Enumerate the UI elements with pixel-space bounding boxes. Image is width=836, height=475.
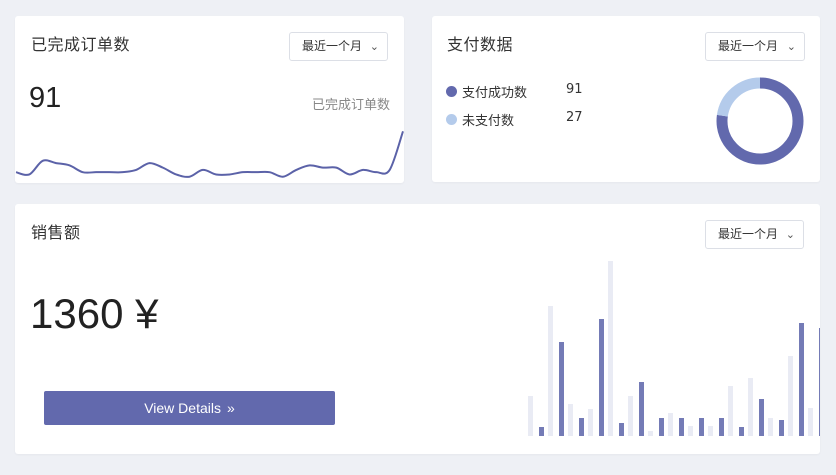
chevron-down-icon: ⌄ [786,40,796,53]
orders-count: 91 [29,82,62,114]
paid-count: 91 [566,82,583,97]
sales-bar-light [728,386,733,436]
sales-bar-dark [639,382,644,436]
sales-bar-chart [528,261,820,436]
orders-period-select[interactable]: 最近一个月 ⌄ [289,32,388,61]
paid-dot-icon [446,86,457,97]
view-details-label: View Details [144,400,221,416]
sales-bar-dark [559,342,564,436]
sales-bar-light [668,413,673,436]
sales-bar-light [788,356,793,436]
sales-bar-light [748,378,753,436]
sales-bar-dark [779,420,784,436]
sales-bar-light [608,261,613,436]
legend-unpaid: 未支付数 [446,110,514,129]
orders-period-value: 最近一个月 [302,39,363,53]
payment-period-value: 最近一个月 [718,39,779,53]
sales-bar-dark [539,427,544,436]
sales-bar-light [568,404,573,436]
sales-bar-light [808,408,813,436]
sales-bar-light [688,426,693,436]
sales-bar-dark [679,418,684,436]
sales-card-title: 销售额 [31,223,81,242]
sales-bar-dark [719,418,724,436]
orders-card: 已完成订单数 最近一个月 ⌄ 91 已完成订单数 [15,16,404,183]
sales-bar-light [768,418,773,436]
sales-bar-light [528,396,533,436]
legend-paid-label: 支付成功数 [462,86,528,101]
unpaid-dot-icon [446,114,457,125]
sales-card: 销售额 最近一个月 ⌄ 1360 ¥ View Details » [15,204,820,454]
chevron-down-icon: ⌄ [785,228,795,241]
sales-bar-light [588,409,593,436]
sales-bar-dark [739,427,744,436]
sparkline-line [15,130,404,178]
sales-bar-dark [799,323,804,436]
sales-bar-light [648,431,653,436]
sales-amount: 1360 ¥ [30,290,159,337]
legend-unpaid-label: 未支付数 [462,114,515,129]
sales-bar-light [548,306,553,436]
unpaid-count: 27 [566,110,583,125]
sales-period-value: 最近一个月 [718,227,779,241]
sales-bar-dark [599,319,604,436]
orders-count-label: 已完成订单数 [311,98,390,113]
orders-sparkline [15,130,404,178]
sales-bar-dark [619,423,624,436]
sales-bar-light [628,396,633,436]
sales-bar-dark [659,418,664,436]
sales-bar-light [708,426,713,436]
payment-card: 支付数据 最近一个月 ⌄ 支付成功数 91 未支付数 27 [432,16,820,182]
chevron-down-icon: ⌄ [369,40,379,53]
orders-card-title: 已完成订单数 [31,35,131,54]
sales-period-select[interactable]: 最近一个月 ⌄ [705,220,804,249]
payment-donut-chart [716,77,804,165]
sales-bar-dark [579,418,584,436]
payment-period-select[interactable]: 最近一个月 ⌄ [705,32,805,61]
sales-bar-dark [819,328,820,436]
view-details-button[interactable]: View Details » [44,391,335,425]
sales-bar-dark [759,399,764,436]
payment-card-title: 支付数据 [447,35,514,54]
legend-paid: 支付成功数 [446,82,527,101]
sales-bar-dark [699,418,704,436]
double-chevron-right-icon: » [226,400,235,416]
